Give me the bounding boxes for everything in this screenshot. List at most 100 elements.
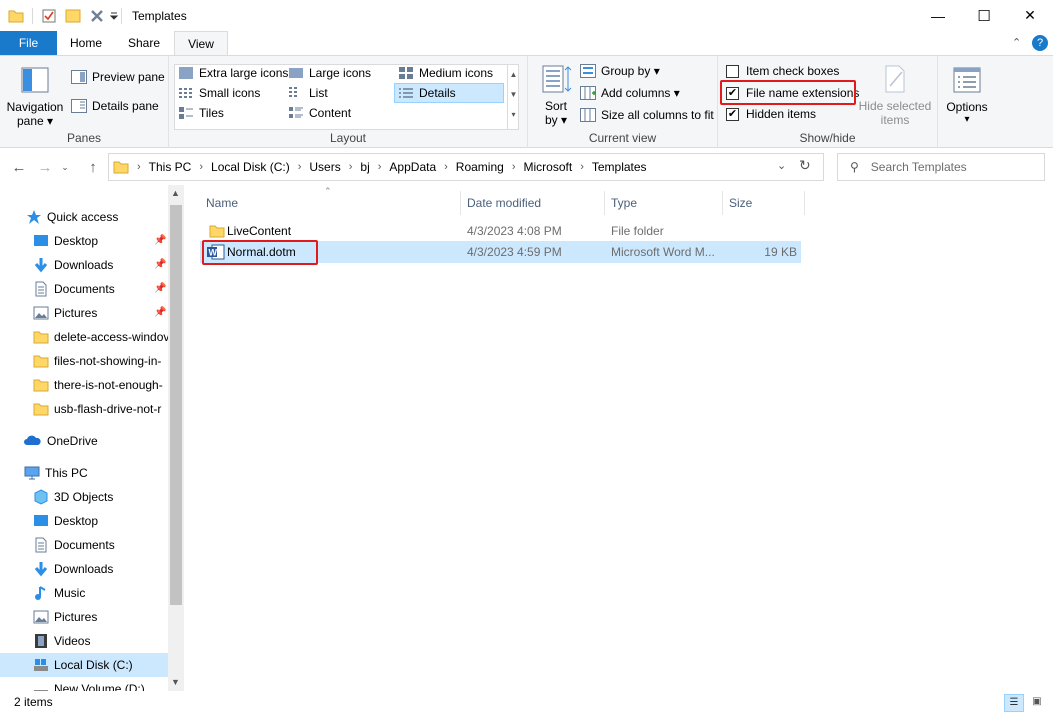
layout-small-icons[interactable]: Small icons xyxy=(178,86,260,100)
sidebar-label: usb-flash-drive-not-r xyxy=(54,402,161,416)
column-header-size[interactable]: Size xyxy=(723,191,805,215)
help-icon[interactable]: ? xyxy=(1032,35,1048,51)
chevron-right-icon[interactable]: › xyxy=(199,161,203,173)
large-icons-view-button[interactable]: ▣ xyxy=(1027,694,1047,712)
breadcrumb-appdata[interactable]: AppData xyxy=(389,160,436,174)
current-view-group-label: Current view xyxy=(528,131,717,145)
breadcrumb-this-pc[interactable]: This PC xyxy=(149,160,192,174)
column-header-type[interactable]: Type xyxy=(605,191,723,215)
layout-option-label: Tiles xyxy=(199,106,224,120)
maximize-button[interactable]: ☐ xyxy=(961,0,1007,31)
refresh-icon[interactable]: ↻ xyxy=(799,157,819,177)
layout-details[interactable]: Details xyxy=(394,83,504,103)
details-pane-button[interactable]: Details pane xyxy=(71,99,159,113)
layout-tiles[interactable]: Tiles xyxy=(178,106,224,120)
pin-icon[interactable]: 📌 xyxy=(154,283,166,294)
layout-list[interactable]: List xyxy=(288,86,328,100)
table-row[interactable]: LiveContent 4/3/2023 4:08 PM File folder xyxy=(200,220,801,242)
sidebar-item-folder[interactable]: there-is-not-enough- xyxy=(0,373,168,397)
layout-extra-large-icons[interactable]: Extra large icons xyxy=(178,66,288,80)
back-button[interactable]: ← xyxy=(8,156,30,178)
sidebar-item-documents[interactable]: Documents xyxy=(0,277,168,301)
pin-icon[interactable]: 📌 xyxy=(154,307,166,318)
search-input[interactable]: ⚲ Search Templates xyxy=(837,153,1045,181)
up-button[interactable]: ↑ xyxy=(82,156,104,178)
sidebar-item-folder[interactable]: files-not-showing-in- xyxy=(0,349,168,373)
sidebar-item-folder[interactable]: delete-access-windov xyxy=(0,325,168,349)
chevron-right-icon[interactable]: › xyxy=(378,161,382,173)
sidebar-item-onedrive[interactable]: OneDrive xyxy=(0,429,168,453)
chevron-right-icon[interactable]: › xyxy=(444,161,448,173)
tab-share[interactable]: Share xyxy=(117,31,171,56)
address-dropdown-icon[interactable]: ⌄ xyxy=(777,159,793,175)
sidebar-scrollbar[interactable]: ▲ ▼ xyxy=(168,185,184,691)
sidebar-item-downloads[interactable]: Downloads xyxy=(0,253,168,277)
breadcrumb-microsoft[interactable]: Microsoft xyxy=(524,160,573,174)
sidebar-item-downloads[interactable]: Downloads xyxy=(0,557,168,581)
layout-option-label: Content xyxy=(309,106,351,120)
layout-medium-icons[interactable]: Medium icons xyxy=(398,66,493,80)
size-all-columns-button[interactable]: Size all columns to fit xyxy=(580,108,714,122)
forward-button[interactable]: → xyxy=(34,156,56,178)
sidebar-item-this-pc[interactable]: This PC xyxy=(0,461,168,485)
column-header-name[interactable]: Name xyxy=(200,191,461,215)
navigation-row: ← → ⌄ ↑ › This PC › Local Disk (C:) › Us… xyxy=(0,149,1053,185)
sidebar-label: Quick access xyxy=(47,210,118,224)
customize-toolbar-icon[interactable] xyxy=(109,8,119,24)
preview-pane-button[interactable]: Preview pane xyxy=(71,70,165,84)
navigation-pane-button[interactable]: Navigation pane ▾ xyxy=(4,62,66,128)
sidebar-item-3d-objects[interactable]: 3D Objects xyxy=(0,485,168,509)
chevron-right-icon[interactable]: › xyxy=(580,161,584,173)
details-view-button[interactable]: ☰ xyxy=(1004,694,1024,712)
group-by-button[interactable]: Group by ▾ xyxy=(580,64,660,78)
layout-content[interactable]: Content xyxy=(288,106,351,120)
tab-file[interactable]: File xyxy=(0,31,57,56)
new-folder-icon[interactable] xyxy=(65,8,81,24)
sidebar-item-music[interactable]: Music xyxy=(0,581,168,605)
breadcrumb-roaming[interactable]: Roaming xyxy=(456,160,504,174)
sidebar-label: 3D Objects xyxy=(54,490,113,504)
recent-locations-button[interactable]: ⌄ xyxy=(58,156,72,178)
add-columns-button[interactable]: Add columns ▾ xyxy=(580,86,680,100)
collapse-ribbon-icon[interactable]: ⌃ xyxy=(1012,36,1026,50)
layout-gallery-scroll[interactable]: ▲▼▾ xyxy=(507,65,519,129)
chevron-right-icon[interactable]: › xyxy=(512,161,516,173)
delete-icon[interactable] xyxy=(89,8,105,24)
sidebar-item-desktop[interactable]: Desktop xyxy=(0,229,168,253)
address-bar[interactable]: › This PC › Local Disk (C:) › Users › bj… xyxy=(108,153,824,181)
scroll-down-icon[interactable]: ▼ xyxy=(171,677,180,687)
sort-by-button[interactable]: Sort by ▾ xyxy=(536,62,576,128)
layout-large-icons[interactable]: Large icons xyxy=(288,66,371,80)
file-name-extensions-checkbox[interactable]: ✔ File name extensions xyxy=(726,86,859,100)
pin-icon[interactable]: 📌 xyxy=(154,259,166,270)
sidebar-item-pictures[interactable]: Pictures xyxy=(0,605,168,629)
table-row[interactable]: W Normal.dotm 4/3/2023 4:59 PM Microsoft… xyxy=(200,241,801,263)
minimize-button[interactable]: — xyxy=(915,0,961,31)
sidebar-item-quick-access[interactable]: Quick access xyxy=(0,205,168,229)
sidebar-item-local-disk[interactable]: Local Disk (C:) xyxy=(0,653,168,677)
pin-icon[interactable]: 📌 xyxy=(154,235,166,246)
sidebar-item-new-volume[interactable]: New Volume (D:) xyxy=(0,677,168,691)
sidebar-item-pictures[interactable]: Pictures xyxy=(0,301,168,325)
tab-home[interactable]: Home xyxy=(61,31,111,56)
item-check-boxes-checkbox[interactable]: Item check boxes xyxy=(726,64,839,78)
hidden-items-checkbox[interactable]: ✔ Hidden items xyxy=(726,107,816,121)
chevron-right-icon[interactable]: › xyxy=(298,161,302,173)
scrollbar-thumb[interactable] xyxy=(170,205,182,605)
breadcrumb-local-disk[interactable]: Local Disk (C:) xyxy=(211,160,290,174)
properties-icon[interactable] xyxy=(41,8,57,24)
sidebar-item-desktop[interactable]: Desktop xyxy=(0,509,168,533)
close-button[interactable]: ✕ xyxy=(1007,0,1053,31)
breadcrumb-users[interactable]: Users xyxy=(309,160,340,174)
options-button[interactable]: Options ▾ xyxy=(942,62,992,128)
column-header-date-modified[interactable]: Date modified xyxy=(461,191,605,215)
chevron-right-icon[interactable]: › xyxy=(349,161,353,173)
scroll-up-icon[interactable]: ▲ xyxy=(171,188,180,198)
sidebar-item-documents[interactable]: Documents xyxy=(0,533,168,557)
breadcrumb-templates[interactable]: Templates xyxy=(592,160,647,174)
tab-view[interactable]: View xyxy=(174,31,228,57)
breadcrumb-bj[interactable]: bj xyxy=(360,160,369,174)
sidebar-item-videos[interactable]: Videos xyxy=(0,629,168,653)
hide-selected-items-button[interactable]: Hide selected items xyxy=(858,62,932,128)
sidebar-item-folder[interactable]: usb-flash-drive-not-r xyxy=(0,397,168,421)
